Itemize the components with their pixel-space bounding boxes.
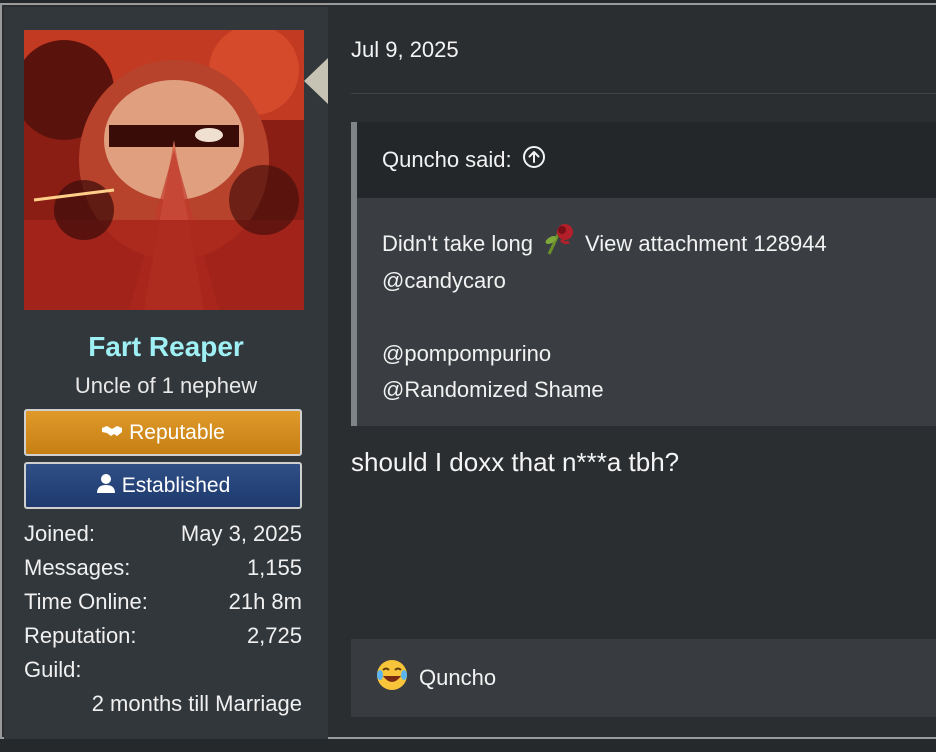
stat-value[interactable]: 1,155 xyxy=(247,555,302,581)
quote-line: Didn't take long View attachment 128944 xyxy=(382,223,936,263)
stat-value: 21h 8m xyxy=(228,589,302,614)
avatar-image xyxy=(24,30,304,310)
quote-block: Quncho said: Didn't take long View attac… xyxy=(351,122,936,426)
avatar[interactable] xyxy=(24,30,304,310)
banner-reputable: Reputable xyxy=(24,409,302,456)
reaction-user[interactable]: Quncho xyxy=(419,665,496,691)
arrow-up-circle-icon[interactable] xyxy=(522,145,546,175)
stat-reputation: Reputation: 2,725 xyxy=(24,619,302,653)
banner-reputable-label: Reputable xyxy=(129,420,225,444)
quote-text: Didn't take long xyxy=(382,231,533,256)
user-icon xyxy=(96,473,116,499)
post-container: Fart Reaper Uncle of 1 nephew Reputable … xyxy=(0,3,936,739)
stat-guild-value: 2 months till Marriage xyxy=(91,691,302,716)
banner-established-label: Established xyxy=(121,473,231,497)
handshake-icon xyxy=(101,421,123,445)
user-stats: Joined: May 3, 2025 Messages: 1,155 Time… xyxy=(24,517,302,721)
stat-label: Guild: xyxy=(24,657,82,682)
stat-value: 2,725 xyxy=(246,623,302,648)
quote-body: Didn't take long View attachment 128944 … xyxy=(357,198,936,409)
user-sidebar: Fart Reaper Uncle of 1 nephew Reputable … xyxy=(4,7,328,739)
banner-established: Established xyxy=(24,462,302,509)
stat-joined: Joined: May 3, 2025 xyxy=(24,517,302,551)
stat-label: Time Online: xyxy=(24,589,148,614)
reactions-bar[interactable]: Quncho xyxy=(351,639,936,717)
stat-time-online: Time Online: 21h 8m xyxy=(24,585,302,619)
wilted-rose-icon xyxy=(539,222,579,268)
stat-guild: Guild: xyxy=(24,653,302,687)
divider xyxy=(351,93,936,94)
message-pointer xyxy=(304,58,328,104)
post-date[interactable]: Jul 9, 2025 xyxy=(351,37,459,63)
mention-link[interactable]: @pompompurino xyxy=(382,336,936,373)
post-message: should I doxx that n***a tbh? xyxy=(351,447,680,477)
stat-label: Reputation: xyxy=(24,623,137,648)
user-title: Uncle of 1 nephew xyxy=(74,373,258,398)
stat-label: Joined: xyxy=(24,521,95,546)
mention-link[interactable]: @Randomized Shame xyxy=(382,372,936,409)
quote-author: Quncho said: xyxy=(382,147,512,172)
laughing-crying-icon xyxy=(375,658,409,698)
username[interactable]: Fart Reaper xyxy=(4,331,328,363)
stat-messages: Messages: 1,155 xyxy=(24,551,302,585)
attachment-link[interactable]: View attachment 128944 xyxy=(585,226,827,263)
mention-link[interactable]: @candycaro xyxy=(382,263,936,300)
quote-header[interactable]: Quncho said: xyxy=(357,122,936,198)
stat-label: Messages: xyxy=(24,555,131,580)
stat-value: May 3, 2025 xyxy=(180,521,302,546)
